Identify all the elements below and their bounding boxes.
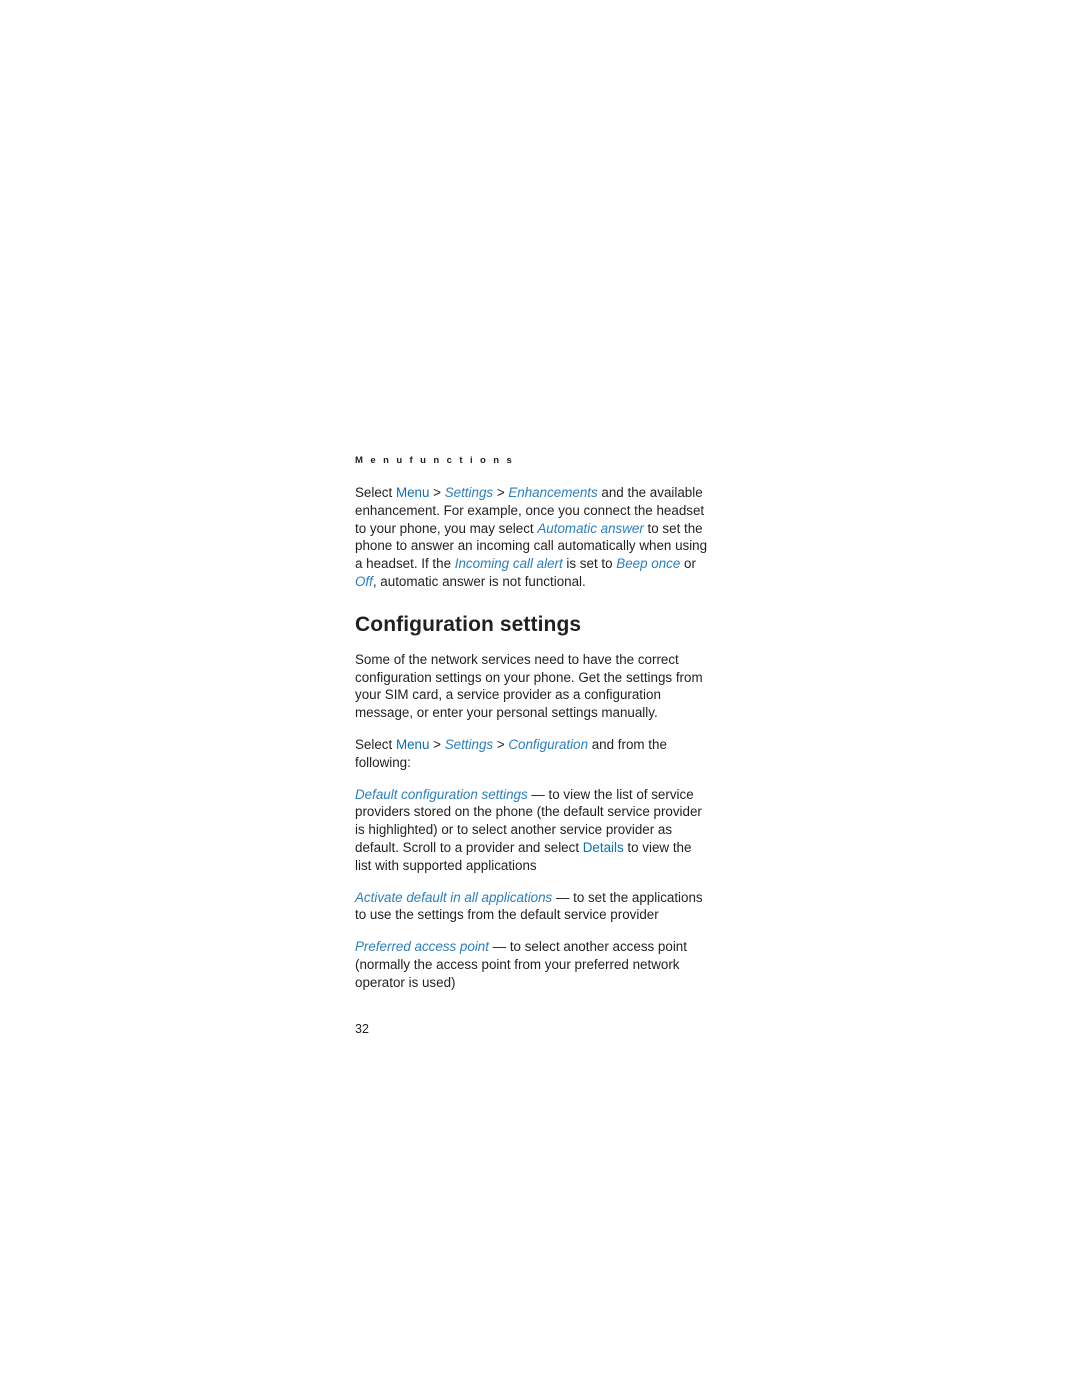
activate-default-term: Activate default in all applications <box>355 889 553 905</box>
text-run: , automatic answer is not functional. <box>372 573 586 589</box>
settings-link: Settings <box>444 736 494 752</box>
list-item: Activate default in all applications — t… <box>355 889 710 925</box>
text-run: > <box>493 485 509 500</box>
preferred-access-point-term: Preferred access point <box>355 939 489 955</box>
list-item: Default configuration settings — to view… <box>355 786 710 875</box>
text-run: > <box>429 485 445 500</box>
off-term: Off <box>355 573 373 589</box>
paragraph-select-path: Select Menu > Settings > Configuration a… <box>355 736 710 772</box>
menu-link: Menu <box>395 485 430 500</box>
beep-once-term: Beep once <box>616 556 681 572</box>
enhancements-link: Enhancements <box>508 485 598 500</box>
text-run: > <box>493 736 509 752</box>
details-link: Details <box>582 839 624 855</box>
list-item: Preferred access point — to select anoth… <box>355 938 710 991</box>
menu-link: Menu <box>395 736 430 752</box>
text-run: Select <box>355 736 396 752</box>
text-run: or <box>680 556 696 572</box>
page-title: Configuration settings <box>355 612 582 636</box>
page-number: 32 <box>355 1021 369 1036</box>
text-run: Select <box>355 485 396 500</box>
page-content: M e n u f u n c t i o n s Select Menu > … <box>355 455 710 1036</box>
automatic-answer-term: Automatic answer <box>537 520 644 536</box>
paragraph-intro: Some of the network services need to hav… <box>355 651 710 722</box>
incoming-call-alert-term: Incoming call alert <box>454 556 563 572</box>
configuration-link: Configuration <box>508 736 589 752</box>
intro-text: Some of the network services need to hav… <box>355 651 703 721</box>
text-run: is set to <box>562 556 617 572</box>
paragraph-enhancements: Select Menu > Settings > Enhancements an… <box>355 484 710 591</box>
settings-link: Settings <box>444 485 494 500</box>
text-run: > <box>429 736 445 752</box>
running-head: M e n u f u n c t i o n s <box>355 455 515 466</box>
default-configuration-settings-term: Default configuration settings <box>355 786 528 802</box>
